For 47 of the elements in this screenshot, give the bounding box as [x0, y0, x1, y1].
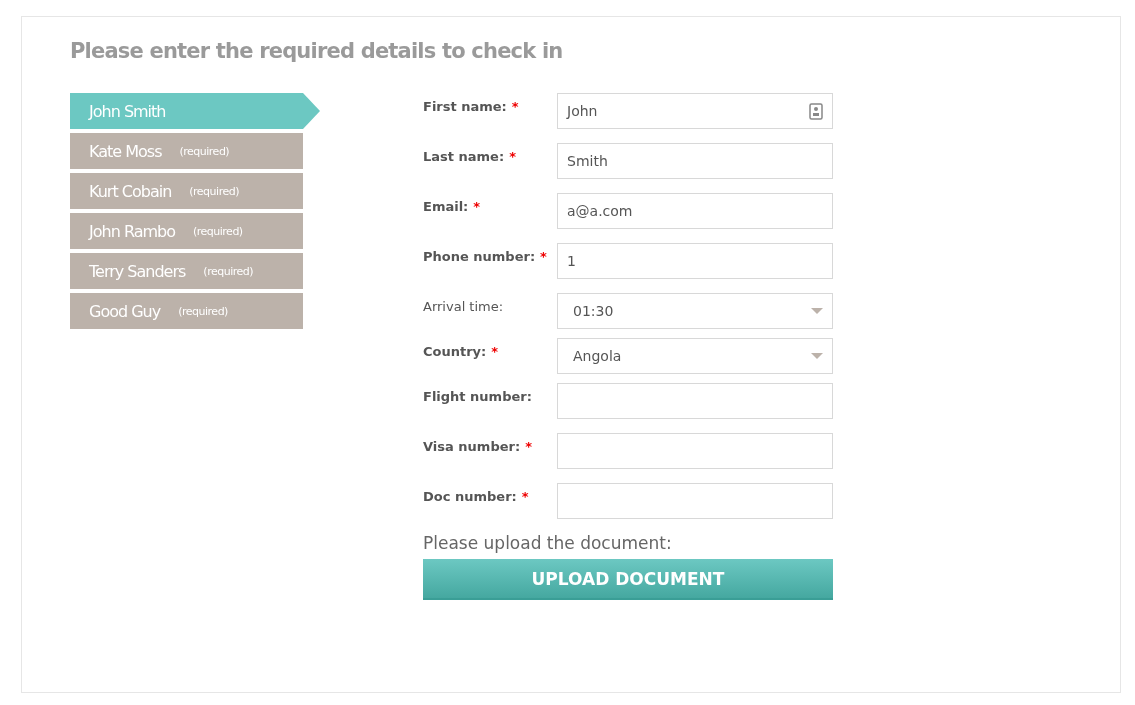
required-marker: * [521, 489, 529, 506]
required-marker: * [511, 99, 519, 116]
field-label: Flight number: [423, 389, 532, 406]
required-marker: * [509, 149, 516, 166]
text-field[interactable]: John [557, 93, 833, 129]
field-label: Visa number: [423, 439, 521, 456]
guest-tab[interactable]: John Rambo (required) [70, 213, 303, 249]
field-label: Country: [423, 344, 487, 361]
caret-icon [811, 353, 823, 359]
guest-tab[interactable]: Terry Sanders (required) [70, 253, 303, 289]
guest-name: John Smith [89, 101, 166, 121]
guest-name: Kate Moss [89, 141, 162, 161]
guest-name: John Rambo [89, 221, 175, 241]
dropdown[interactable]: 01:30 [557, 293, 833, 329]
required-note: (required) [179, 144, 230, 158]
field-label: Last name: [423, 149, 505, 166]
required-note: (required) [189, 184, 239, 198]
field-label: Arrival time: [423, 299, 504, 316]
field-label: First name: [423, 99, 507, 116]
text-field[interactable]: a@a.com [557, 193, 833, 229]
upload-button[interactable]: UPLOAD DOCUMENT [423, 559, 833, 600]
required-note: (required) [178, 304, 228, 318]
text-field[interactable]: 1 [557, 243, 833, 279]
text-field[interactable] [557, 483, 833, 519]
required-marker: * [540, 249, 547, 266]
field-label: Email: [423, 199, 469, 216]
required-marker: * [525, 439, 532, 456]
field-label: Doc number: [423, 489, 517, 506]
required-marker: * [491, 344, 499, 361]
page-title: Please enter the required details to check in [70, 39, 564, 63]
guest-tab[interactable]: John Smith [70, 93, 320, 129]
upload-prompt: Please upload the document: [423, 533, 673, 553]
guest-name: Terry Sanders [89, 261, 186, 281]
text-field[interactable] [557, 383, 833, 419]
required-note: (required) [193, 224, 243, 238]
text-field[interactable] [557, 433, 833, 469]
guest-tab[interactable]: Good Guy (required) [70, 293, 303, 329]
dropdown[interactable]: Angola [557, 338, 833, 374]
caret-icon [811, 308, 823, 314]
guest-tab[interactable]: Kate Moss (required) [70, 133, 303, 169]
required-note: (required) [203, 264, 254, 278]
field-label: Phone number: [423, 249, 536, 266]
guest-name: Good Guy [89, 301, 161, 321]
required-marker: * [473, 199, 481, 216]
guest-name: Kurt Cobain [89, 181, 172, 201]
guest-tab[interactable]: Kurt Cobain (required) [70, 173, 303, 209]
text-field[interactable]: Smith [557, 143, 833, 179]
